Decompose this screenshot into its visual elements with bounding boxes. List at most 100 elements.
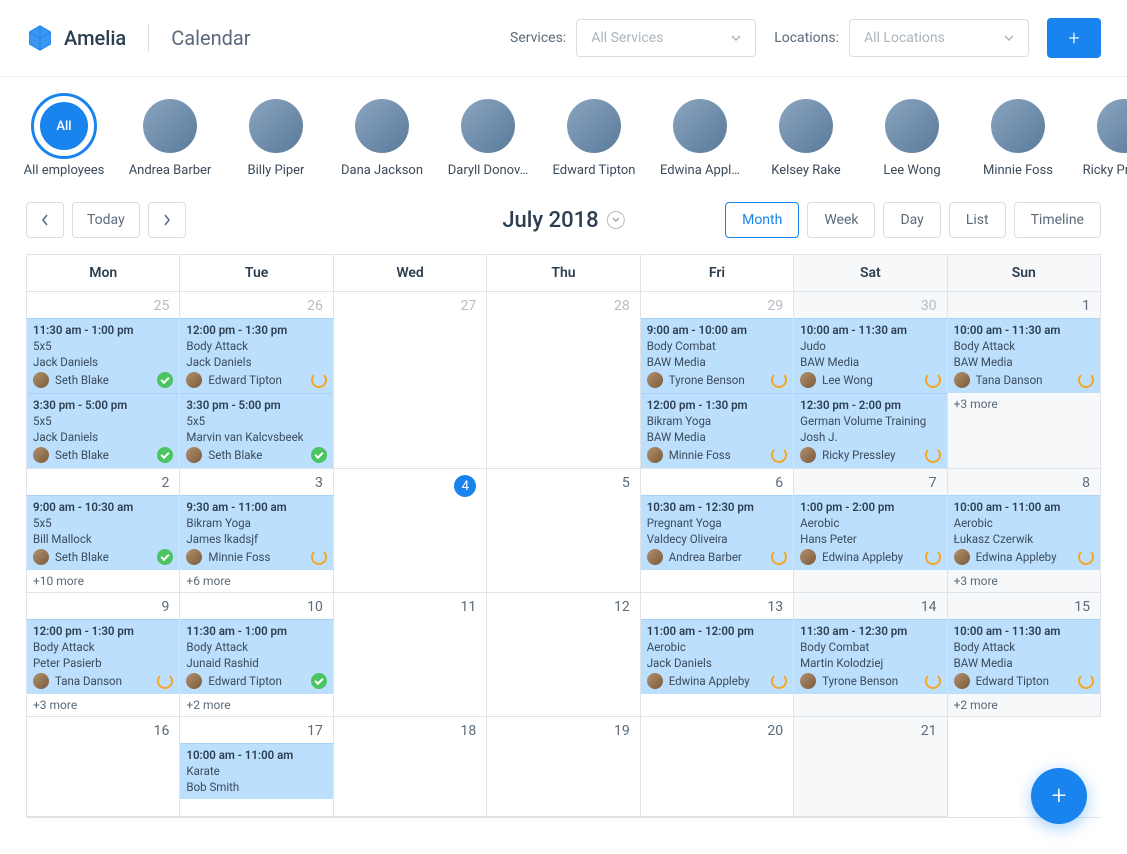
calendar-event[interactable]: 10:00 am - 11:00 amKarateBob Smith <box>180 743 332 799</box>
calendar-event[interactable]: 3:30 pm - 5:00 pm5x5Jack DanielsSeth Bla… <box>27 393 179 468</box>
calendar-day-cell[interactable]: 11 <box>334 593 487 717</box>
calendar-event[interactable]: 12:30 pm - 2:00 pmGerman Volume Training… <box>794 393 946 468</box>
employee-filter-item[interactable]: Ricky Pressley <box>1086 99 1127 178</box>
calendar-header-row: MonTueWedThuFriSatSun <box>27 255 1101 292</box>
view-timeline[interactable]: Timeline <box>1014 202 1101 238</box>
assignee-name: Tyrone Benson <box>822 674 918 688</box>
employee-filter-item[interactable]: Billy Piper <box>238 99 314 178</box>
calendar-day-cell[interactable]: 12 <box>487 593 640 717</box>
view-week[interactable]: Week <box>807 202 875 238</box>
avatar <box>954 673 970 689</box>
calendar-day-cell[interactable]: 71:00 pm - 2:00 pmAerobicHans PeterEdwin… <box>794 469 947 593</box>
employee-filter-item[interactable]: Edward Tipton <box>556 99 632 178</box>
calendar-event[interactable]: 10:00 am - 11:00 amAerobicŁukasz Czerwik… <box>948 495 1100 570</box>
calendar-event[interactable]: 1:00 pm - 2:00 pmAerobicHans PeterEdwina… <box>794 495 946 570</box>
calendar-day-cell[interactable]: 912:00 pm - 1:30 pmBody AttackPeter Pasi… <box>27 593 180 717</box>
view-month[interactable]: Month <box>725 202 799 238</box>
calendar-day-cell[interactable]: 2511:30 am - 1:00 pm5x5Jack DanielsSeth … <box>27 292 180 469</box>
pending-icon <box>1078 372 1094 388</box>
calendar-event[interactable]: 10:00 am - 11:30 amJudoBAW MediaLee Wong <box>794 318 946 393</box>
calendar-day-cell[interactable]: 20 <box>641 717 794 817</box>
today-button[interactable]: Today <box>72 202 140 238</box>
month-selector[interactable]: July 2018 <box>502 208 624 233</box>
employee-label: Ricky Pressley <box>1083 163 1127 178</box>
employee-filter-item[interactable]: Dana Jackson <box>344 99 420 178</box>
services-select[interactable]: All Services <box>576 19 756 57</box>
calendar-day-cell[interactable]: 19 <box>487 717 640 817</box>
calendar-event[interactable]: 11:00 am - 12:00 pmAerobicJack DanielsEd… <box>641 619 793 694</box>
locations-select[interactable]: All Locations <box>849 19 1029 57</box>
logo[interactable]: Amelia <box>26 24 126 52</box>
next-button[interactable] <box>148 202 186 238</box>
calendar-day-cell[interactable]: 1011:30 am - 1:00 pmBody AttackJunaid Ra… <box>180 593 333 717</box>
calendar-day-cell[interactable]: 27 <box>334 292 487 469</box>
calendar-event[interactable]: 11:30 am - 1:00 pmBody AttackJunaid Rash… <box>180 619 332 694</box>
calendar-event[interactable]: 9:00 am - 10:30 am5x5Bill MallockSeth Bl… <box>27 495 179 570</box>
avatar <box>249 99 303 153</box>
day-header: Sat <box>794 255 947 292</box>
event-time: 10:00 am - 11:30 am <box>954 624 1094 638</box>
more-events-link[interactable]: +2 more <box>180 694 332 716</box>
employee-filter-item[interactable]: Minnie Foss <box>980 99 1056 178</box>
calendar-event[interactable]: 10:30 am - 12:30 pmPregnant YogaValdecy … <box>641 495 793 570</box>
employee-filter-item[interactable]: Daryll Donov… <box>450 99 526 178</box>
calendar-day-cell[interactable]: 29:00 am - 10:30 am5x5Bill MallockSeth B… <box>27 469 180 593</box>
calendar-day-cell[interactable]: 810:00 am - 11:00 amAerobicŁukasz Czerwi… <box>948 469 1101 593</box>
more-events-link[interactable]: +6 more <box>180 570 332 592</box>
calendar-event[interactable]: 10:00 am - 11:30 amBody AttackBAW MediaT… <box>948 318 1100 393</box>
add-button[interactable]: + <box>1047 18 1101 58</box>
more-events-link[interactable]: +2 more <box>948 694 1100 716</box>
event-assignee: Minnie Foss <box>186 549 326 565</box>
calendar-day-cell[interactable]: 110:00 am - 11:30 amBody AttackBAW Media… <box>948 292 1101 469</box>
check-icon <box>157 372 173 388</box>
assignee-name: Andrea Barber <box>669 550 765 564</box>
event-customer: BAW Media <box>800 355 940 369</box>
calendar-day-cell[interactable]: 21 <box>794 717 947 817</box>
prev-button[interactable] <box>26 202 64 238</box>
view-day[interactable]: Day <box>883 202 940 238</box>
more-events-link[interactable]: +3 more <box>948 570 1100 592</box>
calendar-event[interactable]: 12:00 pm - 1:30 pmBody AttackJack Daniel… <box>180 318 332 393</box>
calendar-event[interactable]: 12:00 pm - 1:30 pmBody AttackPeter Pasie… <box>27 619 179 694</box>
calendar-event[interactable]: 11:30 am - 12:30 pmBody CombatMartin Kol… <box>794 619 946 694</box>
calendar-day-cell[interactable]: 610:30 am - 12:30 pmPregnant YogaValdecy… <box>641 469 794 593</box>
calendar-day-cell[interactable]: 18 <box>334 717 487 817</box>
locations-value: All Locations <box>864 30 945 46</box>
fab-add-button[interactable]: + <box>1031 768 1087 824</box>
calendar-day-cell[interactable]: 1510:00 am - 11:30 amBody AttackBAW Medi… <box>948 593 1101 717</box>
event-assignee: Seth Blake <box>33 372 173 388</box>
calendar-day-cell[interactable]: 3010:00 am - 11:30 amJudoBAW MediaLee Wo… <box>794 292 947 469</box>
avatar <box>800 549 816 565</box>
employee-filter-item[interactable]: Lee Wong <box>874 99 950 178</box>
employee-filter-item[interactable]: AllAll employees <box>26 99 102 178</box>
calendar-day-cell[interactable]: 1311:00 am - 12:00 pmAerobicJack Daniels… <box>641 593 794 717</box>
avatar <box>33 372 49 388</box>
view-list[interactable]: List <box>949 202 1006 238</box>
calendar-event[interactable]: 3:30 pm - 5:00 pm5x5Marvin van Kalcvsbee… <box>180 393 332 468</box>
calendar-day-cell[interactable]: 299:00 am - 10:00 amBody CombatBAW Media… <box>641 292 794 469</box>
more-events-link[interactable]: +3 more <box>948 393 1100 415</box>
employee-filter-item[interactable]: Kelsey Rake <box>768 99 844 178</box>
calendar-day-cell[interactable]: 1710:00 am - 11:00 amKarateBob Smith <box>180 717 333 817</box>
employee-filter-item[interactable]: Edwina Appl… <box>662 99 738 178</box>
calendar-event[interactable]: 12:00 pm - 1:30 pmBikram YogaBAW MediaMi… <box>641 393 793 468</box>
more-events-link[interactable]: +3 more <box>27 694 179 716</box>
employee-filter-item[interactable]: Andrea Barber <box>132 99 208 178</box>
event-customer: Jack Daniels <box>33 355 173 369</box>
calendar-day-cell[interactable]: 1411:30 am - 12:30 pmBody CombatMartin K… <box>794 593 947 717</box>
calendar-event[interactable]: 10:00 am - 11:30 amBody AttackBAW MediaE… <box>948 619 1100 694</box>
calendar-day-cell[interactable]: 4 <box>334 469 487 593</box>
calendar-event[interactable]: 9:30 am - 11:00 amBikram YogaJames lkads… <box>180 495 332 570</box>
calendar-day-cell[interactable]: 2612:00 pm - 1:30 pmBody AttackJack Dani… <box>180 292 333 469</box>
day-header: Tue <box>180 255 333 292</box>
calendar-day-cell[interactable]: 5 <box>487 469 640 593</box>
month-dropdown-icon <box>607 211 625 229</box>
app-name: Amelia <box>64 26 126 50</box>
calendar-event[interactable]: 9:00 am - 10:00 amBody CombatBAW MediaTy… <box>641 318 793 393</box>
event-time: 3:30 pm - 5:00 pm <box>33 398 173 412</box>
calendar-event[interactable]: 11:30 am - 1:00 pm5x5Jack DanielsSeth Bl… <box>27 318 179 393</box>
calendar-day-cell[interactable]: 28 <box>487 292 640 469</box>
calendar-day-cell[interactable]: 16 <box>27 717 180 817</box>
more-events-link[interactable]: +10 more <box>27 570 179 592</box>
calendar-day-cell[interactable]: 39:30 am - 11:00 amBikram YogaJames lkad… <box>180 469 333 593</box>
